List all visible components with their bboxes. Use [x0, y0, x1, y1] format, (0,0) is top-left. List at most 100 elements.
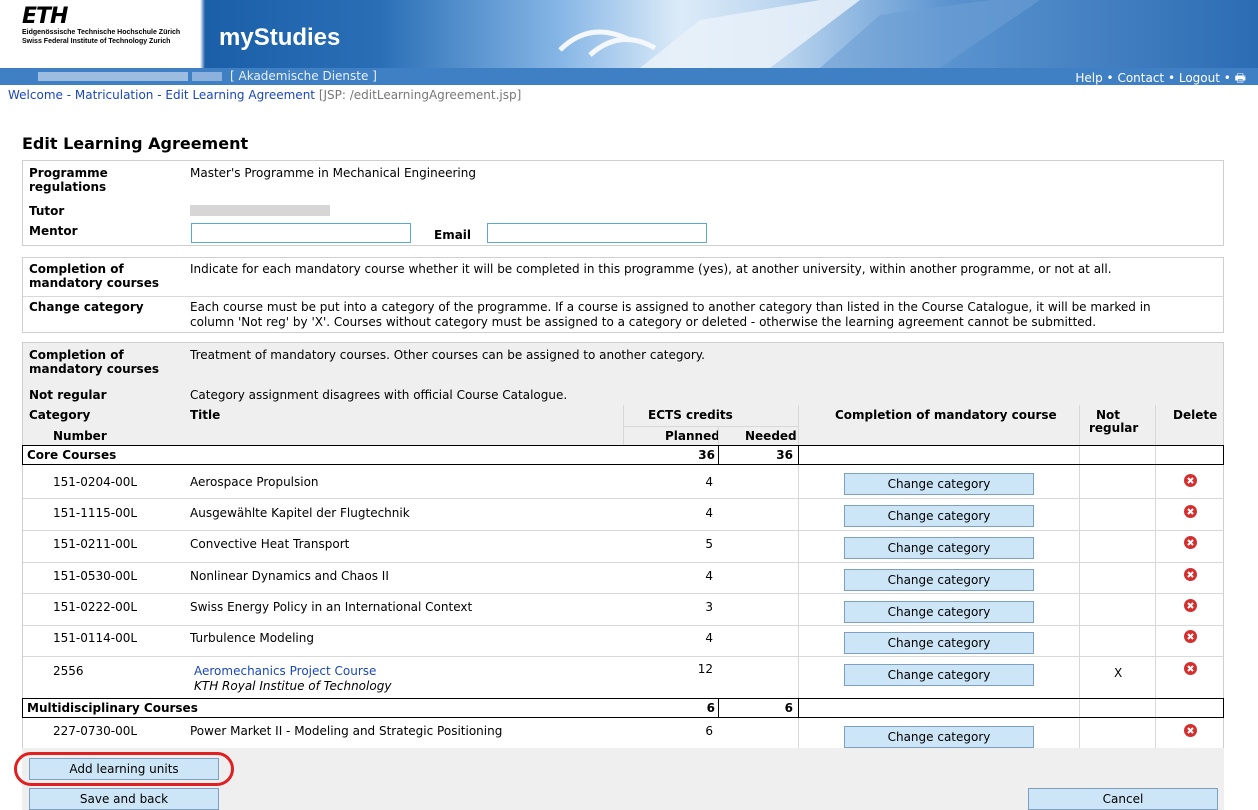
- add-learning-units-button[interactable]: Add learning units: [29, 758, 219, 780]
- divider: [23, 530, 1223, 531]
- change-category-button[interactable]: Change category: [844, 505, 1034, 527]
- help-box: Completion of mandatory courses Indicate…: [22, 257, 1224, 333]
- nav-separator: •: [1164, 71, 1179, 85]
- course-credits: 3: [705, 600, 713, 614]
- divider: [798, 445, 799, 465]
- breadcrumb: Welcome - Matriculation - Edit Learning …: [8, 88, 521, 102]
- divider: [798, 698, 799, 718]
- course-institution: KTH Royal Institue of Technology: [194, 679, 392, 693]
- print-icon[interactable]: 🖶: [1235, 71, 1246, 85]
- course-credits: 6: [705, 724, 713, 738]
- delete-icon[interactable]: [1184, 599, 1197, 612]
- eth-logo-mark: ETH: [22, 4, 68, 29]
- user-name-redacted-2: [192, 72, 222, 81]
- col-notreg-1: Not: [1096, 408, 1121, 422]
- breadcrumb-sep: -: [153, 88, 166, 102]
- course-credits: 4: [705, 475, 713, 489]
- divider: [23, 593, 1223, 594]
- delete-icon[interactable]: [1184, 536, 1197, 549]
- change-category-button[interactable]: Change category: [844, 537, 1034, 559]
- save-and-back-button[interactable]: Save and back: [29, 788, 219, 810]
- delete-icon[interactable]: [1184, 662, 1197, 675]
- divider: [23, 498, 1223, 499]
- legend-notreg-text: Category assignment disagrees with offic…: [190, 388, 568, 402]
- delete-icon[interactable]: [1184, 505, 1197, 518]
- mentor-label: Mentor: [29, 224, 78, 238]
- contact-link[interactable]: Contact: [1117, 71, 1164, 85]
- email-input[interactable]: [487, 223, 707, 243]
- breadcrumb-edit-learning-agreement[interactable]: Edit Learning Agreement: [165, 88, 315, 102]
- user-name-redacted: [38, 72, 188, 81]
- col-completion: Completion of mandatory course: [835, 408, 1057, 422]
- course-number: 2556: [53, 664, 84, 678]
- eth-logo-line-1: Eidgenössische Technische Hochschule Zür…: [22, 29, 181, 36]
- eth-logo[interactable]: ETH Eidgenössische Technische Hochschule…: [22, 6, 202, 46]
- group-name: Multidisciplinary Courses: [27, 701, 198, 715]
- divider: [718, 445, 719, 465]
- course-number: 151-0204-00L: [53, 475, 138, 489]
- course-number: 151-0211-00L: [53, 537, 138, 551]
- change-category-button[interactable]: Change category: [844, 664, 1034, 686]
- col-needed: Needed: [745, 429, 797, 443]
- course-number: 227-0730-00L: [53, 724, 138, 738]
- course-number: 151-0114-00L: [53, 631, 138, 645]
- group-name: Core Courses: [27, 448, 117, 462]
- cancel-button[interactable]: Cancel: [1028, 788, 1218, 810]
- page-title: Edit Learning Agreement: [22, 134, 249, 153]
- completion-help-text: Indicate for each mandatory course wheth…: [190, 262, 1112, 276]
- group-needed: 6: [784, 701, 793, 715]
- col-planned: Planned: [665, 429, 720, 443]
- col-number: Number: [53, 429, 107, 443]
- site-header: ETH Eidgenössische Technische Hochschule…: [0, 0, 1258, 68]
- col-notreg-2: regular: [1089, 421, 1139, 435]
- divider: [23, 656, 1223, 657]
- change-category-button[interactable]: Change category: [844, 473, 1034, 495]
- mentor-input[interactable]: [191, 223, 411, 243]
- legend-completion-text: Treatment of mandatory courses. Other co…: [190, 348, 705, 362]
- legend-notreg-label: Not regular: [29, 388, 107, 402]
- nav-separator: •: [1102, 71, 1118, 85]
- col-ects: ECTS credits: [648, 408, 733, 422]
- course-credits: 4: [705, 631, 713, 645]
- change-category-button[interactable]: Change category: [844, 601, 1034, 623]
- change-category-button[interactable]: Change category: [844, 632, 1034, 654]
- programme-info-box: Programme regulations Master's Programme…: [22, 160, 1224, 246]
- course-number: 151-0530-00L: [53, 569, 138, 583]
- programme-value: Master's Programme in Mechanical Enginee…: [190, 166, 476, 180]
- change-category-help-text-1: Each course must be put into a category …: [190, 300, 1151, 314]
- logout-link[interactable]: Logout: [1179, 71, 1220, 85]
- app-title: myStudies: [219, 24, 341, 51]
- delete-icon[interactable]: [1184, 474, 1197, 487]
- group-core-courses: [22, 445, 1224, 465]
- delete-icon[interactable]: [1184, 568, 1197, 581]
- course-title: Power Market II - Modeling and Strategic…: [190, 724, 503, 738]
- course-number: 151-1115-00L: [53, 506, 138, 520]
- department-label: [ Akademische Dienste ]: [230, 69, 377, 83]
- delete-icon[interactable]: [1184, 630, 1197, 643]
- eth-logo-line-2: Swiss Federal Institute of Technology Zu…: [22, 38, 171, 45]
- divider: [718, 426, 719, 445]
- course-credits: 5: [705, 537, 713, 551]
- breadcrumb-welcome[interactable]: Welcome: [8, 88, 63, 102]
- course-title-link[interactable]: Aeromechanics Project Course: [194, 664, 376, 678]
- group-planned: 6: [706, 701, 715, 715]
- help-link[interactable]: Help: [1075, 71, 1102, 85]
- programme-label: Programme regulations: [29, 166, 108, 194]
- group-planned: 36: [698, 448, 715, 462]
- col-title: Title: [190, 408, 221, 422]
- col-delete: Delete: [1173, 408, 1218, 422]
- change-category-button[interactable]: Change category: [844, 569, 1034, 591]
- breadcrumb-matriculation[interactable]: Matriculation: [75, 88, 154, 102]
- tutor-value-redacted: [190, 205, 330, 216]
- change-category-help-label: Change category: [29, 300, 144, 314]
- change-category-button[interactable]: Change category: [844, 726, 1034, 748]
- course-title: Ausgewählte Kapitel der Flugtechnik: [190, 506, 410, 520]
- header-banner-image: [558, 0, 1040, 68]
- group-multidisciplinary-courses: [22, 698, 1224, 718]
- legend-completion-label: Completion of mandatory courses: [29, 348, 159, 376]
- course-title: Swiss Energy Policy in an International …: [190, 600, 473, 614]
- course-title: Aerospace Propulsion: [190, 475, 319, 489]
- delete-icon[interactable]: [1184, 724, 1197, 737]
- not-regular-mark: X: [1114, 666, 1123, 680]
- course-credits: 4: [705, 506, 713, 520]
